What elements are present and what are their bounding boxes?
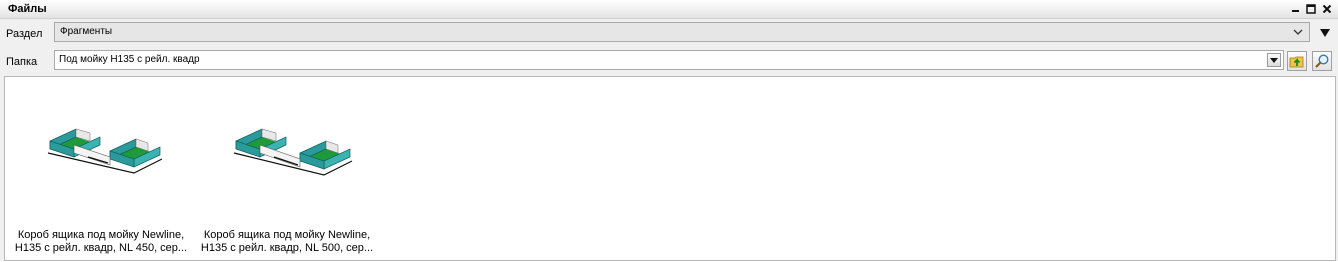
file-caption-line1: Короб ящика под мойку Newline, [203,229,371,241]
window-controls [1288,1,1334,16]
file-item[interactable]: Короб ящика под мойку Newline, H135 с ре… [194,77,380,262]
minimize-icon[interactable] [1288,1,1302,16]
file-caption-line2: H135 с рейл. квадр, NL 500, сер... [200,242,374,254]
folder-label: Папка [6,56,38,68]
section-select[interactable]: Фрагменты [54,22,1310,42]
folder-up-button[interactable] [1287,51,1307,71]
file-caption-line2: H135 с рейл. квадр, NL 450, сер... [14,242,188,254]
file-caption-line1: Короб ящика под мойку Newline, [17,229,185,241]
folder-select[interactable]: Под мойку H135 с рейл. квадр [54,50,1284,70]
section-row: Раздел Фрагменты [0,22,1338,46]
files-panel: Файлы Раздел Фрагменты Папка Под мойку H… [0,0,1338,261]
folder-select-value: Под мойку H135 с рейл. квадр [59,54,200,65]
panel-menu-icon[interactable] [1320,29,1330,37]
panel-titlebar: Файлы [0,0,1338,19]
file-item[interactable]: Короб ящика под мойку Newline, H135 с ре… [8,77,194,262]
search-button[interactable] [1312,51,1332,71]
file-caption: Короб ящика под мойку Newline, H135 с ре… [194,229,380,255]
folder-row: Папка Под мойку H135 с рейл. квадр [0,50,1338,74]
maximize-icon[interactable] [1304,1,1318,16]
folder-up-icon [1289,56,1304,68]
close-icon[interactable] [1320,1,1334,16]
section-select-value: Фрагменты [60,26,113,37]
file-caption: Короб ящика под мойку Newline, H135 с ре… [8,229,194,255]
dropdown-arrow-icon[interactable] [1267,53,1281,67]
file-list: Короб ящика под мойку Newline, H135 с ре… [4,76,1336,261]
chevron-down-icon[interactable] [1291,25,1305,39]
drawer-box-thumbnail [47,128,163,174]
search-icon [1315,54,1329,68]
drawer-box-thumbnail [233,128,353,176]
panel-title: Файлы [8,3,47,15]
section-label: Раздел [6,28,43,40]
